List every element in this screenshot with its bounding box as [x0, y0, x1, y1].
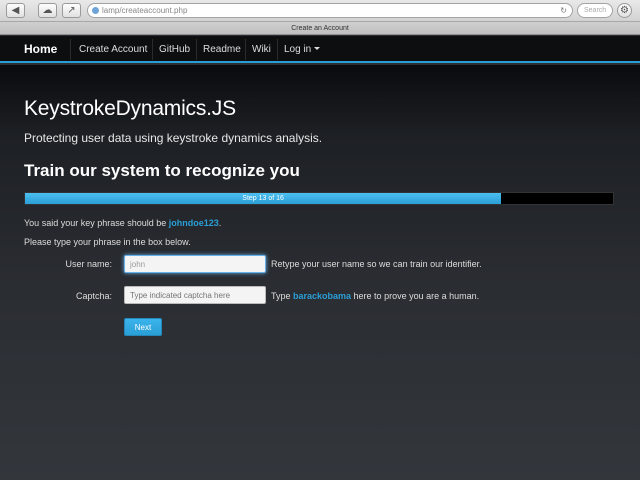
captcha-label: Captcha:	[75, 291, 112, 301]
nav-login-dropdown[interactable]: Log in	[284, 44, 321, 55]
globe-icon	[92, 7, 99, 14]
key-phrase-value: johndoe123	[168, 218, 219, 228]
captcha-help-suffix: here to prove you are a human.	[351, 291, 480, 301]
nav-divider	[196, 39, 197, 60]
nav-divider	[70, 39, 71, 60]
captcha-word: barackobama	[293, 291, 352, 301]
captcha-help-prefix: Type	[271, 291, 294, 301]
captcha-input[interactable]	[124, 286, 266, 304]
cloud-icon[interactable]: ☁	[38, 3, 57, 18]
progress-bar: Step 13 of 16	[24, 192, 614, 205]
nav-login-label: Log in	[284, 44, 312, 55]
tab-title[interactable]: Create an Account	[0, 22, 640, 35]
share-icon[interactable]: ↗	[62, 3, 81, 18]
nav-readme[interactable]: Readme	[203, 44, 241, 55]
reload-icon[interactable]: ↻	[560, 4, 567, 17]
nav-divider	[245, 39, 246, 60]
tab-strip: Create an Account	[0, 22, 640, 35]
url-text: lamp/createaccount.php	[102, 6, 188, 15]
browser-search-placeholder: Search	[584, 7, 607, 14]
nav-divider	[277, 39, 278, 60]
section-title: Train our system to recognize you	[24, 161, 300, 180]
nav-home-brand[interactable]: Home	[24, 42, 57, 56]
caret-down-icon	[314, 47, 321, 50]
page-title: KeystrokeDynamics.JS	[24, 97, 236, 120]
username-help-text: Retype your user name so we can train ou…	[271, 259, 482, 269]
page-subtitle: Protecting user data using keystroke dyn…	[24, 131, 323, 145]
key-phrase-prefix: You said your key phrase should be	[24, 218, 169, 228]
back-button[interactable]: ◀	[6, 3, 25, 18]
key-phrase-line: You said your key phrase should be johnd…	[24, 218, 221, 228]
url-bar[interactable]: lamp/createaccount.php ↻	[87, 3, 573, 18]
nav-divider	[152, 39, 153, 60]
nav-create-account[interactable]: Create Account	[79, 44, 147, 55]
navbar: Home Create Account GitHub Readme Wiki L…	[0, 36, 640, 63]
next-button[interactable]: Next	[124, 318, 162, 336]
nav-wiki[interactable]: Wiki	[252, 44, 271, 55]
progress-fill: Step 13 of 16	[25, 193, 502, 204]
browser-toolbar: ◀ ☁ ↗ lamp/createaccount.php ↻ Search ⚙	[0, 0, 640, 22]
key-phrase-suffix: .	[218, 218, 222, 228]
browser-search-field[interactable]: Search	[577, 3, 613, 18]
username-input[interactable]	[124, 255, 266, 273]
main-content: KeystrokeDynamics.JS Protecting user dat…	[0, 65, 640, 480]
type-instruction: Please type your phrase in the box below…	[24, 237, 191, 247]
nav-github[interactable]: GitHub	[159, 44, 190, 55]
username-label: User name:	[65, 259, 112, 269]
captcha-help-text: Type barackobama here to prove you are a…	[271, 291, 479, 301]
settings-icon[interactable]: ⚙	[617, 3, 632, 18]
